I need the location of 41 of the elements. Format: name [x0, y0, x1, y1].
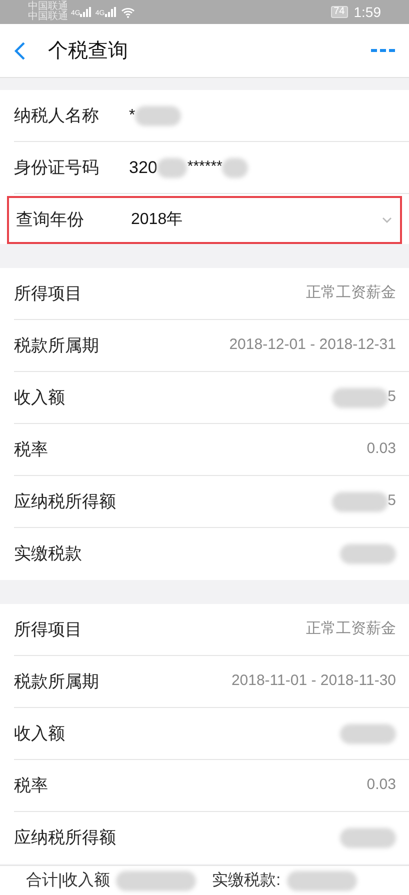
- row-value: 正常工资薪金: [306, 619, 396, 640]
- row-value: 5: [388, 491, 396, 512]
- redaction-blur: [286, 870, 357, 890]
- total-income-label: 合计|收入额: [26, 870, 110, 890]
- row-value: 0.03: [366, 775, 396, 796]
- page-title: 个税查询: [48, 38, 128, 64]
- year-select[interactable]: 查询年份 2018年: [7, 196, 402, 244]
- row-value: 正常工资薪金: [306, 283, 396, 304]
- row-label: 税款所属期: [14, 670, 99, 693]
- field-value: 320: [129, 156, 158, 179]
- row-label: 收入额: [14, 386, 65, 409]
- row-value: 2018-12-01 - 2018-12-31: [229, 335, 396, 356]
- row-label: 应纳税所得额: [14, 827, 116, 850]
- redaction-blur: [157, 158, 188, 178]
- field-label: 纳税人名称: [14, 104, 100, 127]
- more-icon[interactable]: [371, 48, 395, 52]
- back-icon[interactable]: [14, 40, 26, 60]
- row-label: 税率: [14, 438, 48, 461]
- wifi-icon: [120, 6, 135, 18]
- signal-icon: [80, 7, 92, 17]
- redaction-blur: [222, 158, 248, 178]
- row-value: 2018-11-01 - 2018-11-30: [231, 671, 396, 692]
- row-label: 应纳税所得额: [14, 490, 116, 513]
- row-label: 税款所属期: [14, 334, 99, 357]
- row-label: 税率: [14, 774, 48, 797]
- field-label: 身份证号码: [14, 156, 100, 179]
- signal-icon: [104, 7, 117, 17]
- carrier-name: 中国联通: [28, 12, 68, 22]
- total-tax-label: 实缴税款:: [212, 870, 281, 890]
- row-value: 0.03: [366, 439, 396, 460]
- row-label: 所得项目: [14, 282, 82, 305]
- chevron-down-icon: [382, 217, 392, 223]
- row-label: 实缴税款: [14, 543, 82, 566]
- row-label: 收入额: [14, 722, 65, 745]
- status-time: 1:59: [354, 2, 381, 22]
- field-value: *: [129, 106, 136, 126]
- carrier-name: 中国联通: [28, 2, 68, 12]
- row-value: 5: [388, 387, 396, 408]
- redaction-blur: [135, 106, 182, 126]
- row-label: 所得项目: [14, 618, 82, 641]
- field-value: ******: [187, 157, 222, 178]
